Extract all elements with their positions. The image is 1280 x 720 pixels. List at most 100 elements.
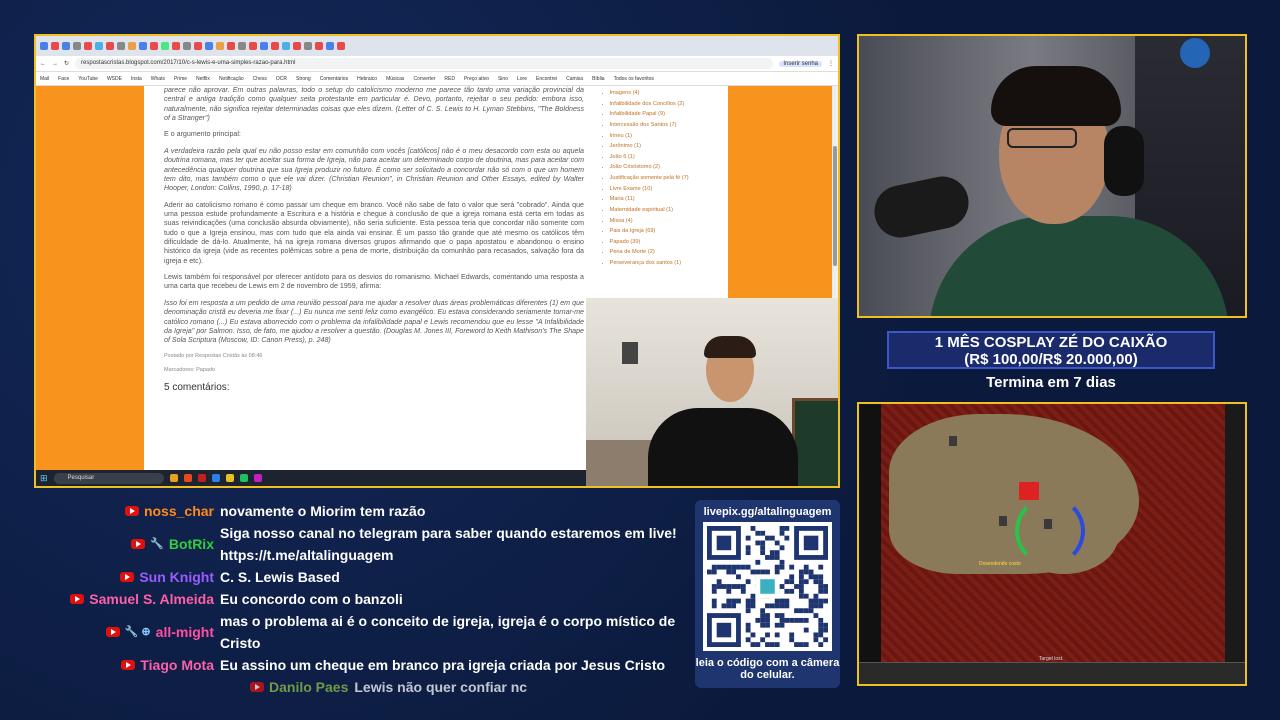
bookmark-item[interactable]: Insta (131, 76, 142, 82)
bookmark-item[interactable]: Bíblia (592, 76, 605, 82)
tab-icon[interactable] (304, 42, 312, 50)
taskbar-app-icon[interactable] (169, 474, 178, 482)
url-field[interactable]: respostascristas.blogspot.com/2017/10/c-… (75, 58, 774, 69)
chat-text: mas o problema ai é o conceito de igreja… (220, 613, 676, 651)
tab-icon[interactable] (84, 42, 92, 50)
bookmark-item[interactable]: Sino (498, 76, 508, 82)
bookmark-item[interactable]: Prime (174, 76, 187, 82)
forward-icon[interactable]: → (52, 61, 58, 67)
taskbar-app-icon[interactable] (225, 474, 234, 482)
bookmark-item[interactable]: Chess (253, 76, 267, 82)
sidebar-label-link[interactable]: João Crisóstomo (2) (602, 162, 722, 173)
tab-icon[interactable] (326, 42, 334, 50)
windows-start-icon[interactable]: ⊞ (40, 473, 48, 484)
game-left-panel (859, 404, 881, 662)
tab-icon[interactable] (293, 42, 301, 50)
tab-icon[interactable] (271, 42, 279, 50)
sidebar-label-link[interactable]: Pena de Morte (2) (602, 247, 722, 258)
tab-icon[interactable] (161, 42, 169, 50)
post-labels[interactable]: Marcadores: Papado (164, 367, 596, 374)
sidebar-label-link[interactable]: Missa (4) (602, 216, 722, 227)
chat-text: novamente o Miorim tem razão (220, 503, 426, 519)
sidebar-label-link[interactable]: Perseverança dos santos (1) (602, 258, 722, 269)
tab-icon[interactable] (172, 42, 180, 50)
bookmark-item[interactable]: Mail (40, 76, 49, 82)
youtube-icon (124, 506, 139, 516)
donation-goal: 1 MÊS COSPLAY ZÉ DO CAIXÃO (R$ 100,00/R$… (887, 331, 1215, 369)
tab-icon[interactable] (128, 42, 136, 50)
tab-icon[interactable] (139, 42, 147, 50)
bookmark-item[interactable]: Strong (296, 76, 311, 82)
tab-icon[interactable] (117, 42, 125, 50)
sidebar-label-link[interactable]: Justificação somente pela fé (7) (602, 173, 722, 184)
bookmark-item[interactable]: RED (444, 76, 455, 82)
bookmark-item[interactable]: Lore (517, 76, 527, 82)
tab-icon[interactable] (315, 42, 323, 50)
menu-icon[interactable]: ⋮ (828, 60, 834, 67)
tab-icon[interactable] (205, 42, 213, 50)
tab-icon[interactable] (73, 42, 81, 50)
tab-icon[interactable] (260, 42, 268, 50)
bookmark-item[interactable]: Todos os favoritos (614, 76, 654, 82)
bookmark-item[interactable]: OCR (276, 76, 287, 82)
tab-icon[interactable] (216, 42, 224, 50)
taskbar-app-icon[interactable] (197, 474, 206, 482)
sidebar-label-link[interactable]: Infalibilidade Papal (9) (602, 109, 722, 120)
tab-icon[interactable] (40, 42, 48, 50)
bookmark-item[interactable]: Converter (413, 76, 435, 82)
bookmark-item[interactable]: Face (58, 76, 69, 82)
taskbar-app-icon[interactable] (239, 474, 248, 482)
taskbar-search[interactable]: Pesquisar (53, 472, 164, 484)
bookmark-item[interactable]: WSDE (107, 76, 122, 82)
bookmark-item[interactable]: Hebraico (357, 76, 377, 82)
bookmark-item[interactable]: Encontrei (536, 76, 557, 82)
bookmark-item[interactable]: Notificação (219, 76, 244, 82)
sidebar-label-link[interactable]: Livre Exame (10) (602, 184, 722, 195)
bookmark-item[interactable]: Netflix (196, 76, 210, 82)
bookmark-item[interactable]: Preço ativo (464, 76, 489, 82)
game-right-panel (1225, 404, 1245, 662)
reload-icon[interactable]: ↻ (64, 60, 69, 67)
sidebar-label-link[interactable]: Pais da Igreja (69) (602, 226, 722, 237)
tab-icon[interactable] (194, 42, 202, 50)
sidebar-label-link[interactable]: Maria (11) (602, 194, 722, 205)
tab-icon[interactable] (282, 42, 290, 50)
tab-icon[interactable] (238, 42, 246, 50)
bookmark-item[interactable]: Whats (151, 76, 165, 82)
goal-deadline: Termina em 7 dias (986, 374, 1116, 391)
comments-heading[interactable]: 5 comentários: (164, 381, 596, 394)
tab-icon[interactable] (106, 42, 114, 50)
bookmark-item[interactable]: Comentários (320, 76, 348, 82)
tab-icon[interactable] (183, 42, 191, 50)
profile-button[interactable]: Inserir senha (779, 60, 822, 67)
taskbar-app-icon[interactable] (253, 474, 262, 482)
article-paragraph: Lewis também foi responsável por oferece… (164, 273, 584, 291)
sidebar-label-link[interactable]: Papado (39) (602, 237, 722, 248)
sidebar-label-link[interactable]: Irineu (1) (602, 131, 722, 142)
creature (949, 436, 957, 446)
tab-icon[interactable] (51, 42, 59, 50)
taskbar-app-icon[interactable] (183, 474, 192, 482)
scrollbar-thumb[interactable] (833, 146, 837, 266)
tab-icon[interactable] (227, 42, 235, 50)
tab-icon[interactable] (337, 42, 345, 50)
sidebar-label-link[interactable]: Imagens (4) (602, 88, 722, 99)
sidebar-label-link[interactable]: Intercessão dos Santos (7) (602, 120, 722, 131)
tab-bar[interactable] (36, 36, 838, 56)
sidebar-label-link[interactable]: João 6 (1) (602, 152, 722, 163)
streamer-hair (991, 66, 1121, 126)
sidebar-label-link[interactable]: Jerônimo (1) (602, 141, 722, 152)
taskbar-app-icon[interactable] (211, 474, 220, 482)
bookmark-item[interactable]: Camisa (566, 76, 583, 82)
bookmark-item[interactable]: YouTube (78, 76, 98, 82)
sidebar-label-link[interactable]: Maternidade espiritual (1) (602, 205, 722, 216)
sidebar-label-link[interactable]: Infalibilidade dos Concílios (2) (602, 99, 722, 110)
bookmark-item[interactable]: Músicas (386, 76, 404, 82)
back-icon[interactable]: ← (40, 61, 46, 67)
quote-paragraph: Isso foi em resposta a um pedido de uma … (164, 298, 584, 345)
tab-icon[interactable] (249, 42, 257, 50)
tab-icon[interactable] (150, 42, 158, 50)
tab-icon[interactable] (62, 42, 70, 50)
tab-icon[interactable] (95, 42, 103, 50)
game-capture: Dosendendo costo Target lost. (857, 402, 1247, 686)
